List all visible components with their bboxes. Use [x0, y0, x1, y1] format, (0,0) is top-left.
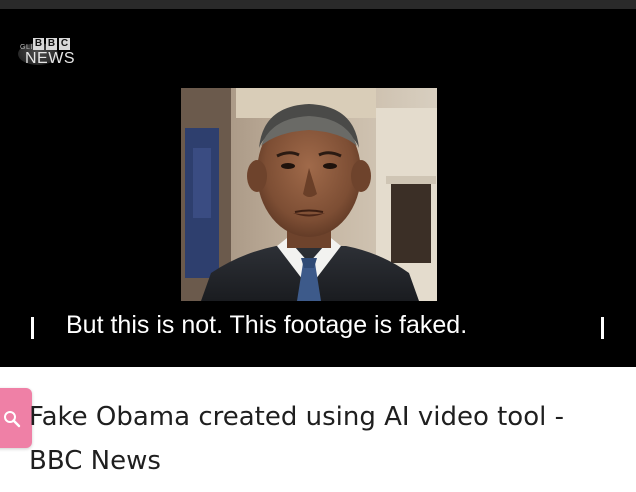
bbc-block-b2: B — [46, 38, 57, 50]
bbc-blocks: B B C — [33, 38, 70, 50]
bbc-block-b1: B — [33, 38, 44, 50]
video-subtitle: But this is not. This footage is faked. — [66, 311, 468, 339]
status-strip — [0, 0, 636, 9]
subtitle-bar: But this is not. This footage is faked. — [0, 308, 636, 348]
subtitle-left-marker — [31, 317, 34, 339]
footage-image — [181, 88, 437, 301]
channel-name: NEWS — [25, 50, 75, 67]
result-card: Fake Obama created using AI video tool -… — [0, 367, 636, 492]
bbc-block-c: C — [59, 38, 70, 50]
subtitle-right-marker — [601, 317, 604, 339]
obama-portrait-image — [181, 88, 437, 301]
search-icon — [4, 411, 21, 428]
result-title-link[interactable]: Fake Obama created using AI video tool -… — [29, 395, 619, 483]
image-result-page: GLIT B B C NEWS But this is not. This fo… — [0, 0, 636, 492]
search-button[interactable] — [0, 388, 32, 448]
video-frame[interactable]: GLIT B B C NEWS But this is not. This fo… — [0, 9, 636, 367]
